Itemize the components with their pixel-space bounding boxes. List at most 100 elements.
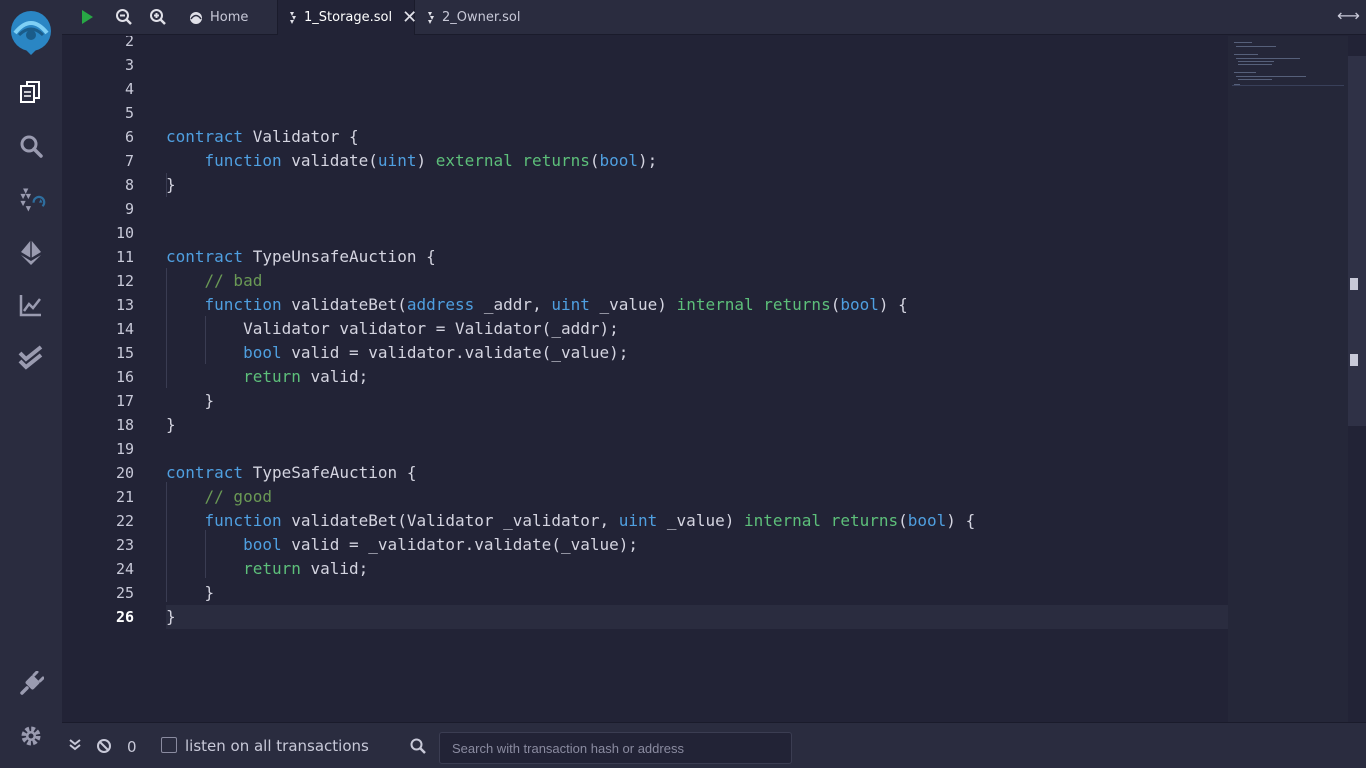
close-icon[interactable]: ✕ (402, 7, 417, 28)
line-number: 3 (124, 56, 134, 74)
code-token: contract (166, 127, 244, 146)
collapse-terminal-icon[interactable] (68, 738, 82, 752)
minimap-line (1236, 46, 1276, 47)
code-line[interactable]: function validateBet(address _addr, uint… (166, 293, 1228, 317)
code-token: TypeSafeAuction { (243, 463, 417, 482)
search-icon[interactable] (16, 131, 46, 161)
transaction-search-input[interactable] (439, 732, 792, 764)
minimap-line (1234, 72, 1256, 73)
code-token: function (204, 295, 282, 314)
code-line[interactable]: } (166, 581, 1228, 605)
line-number: 13 (115, 296, 134, 314)
settings-icon[interactable] (16, 721, 46, 751)
solidity-compiler-icon[interactable] (16, 185, 46, 215)
code-token: Validator validator = Validator(_addr); (166, 319, 619, 338)
code-token: internal (743, 511, 822, 530)
remix-ide: Home 1_Storage.sol ✕ 2_Owner.sol ⟷ 23456… (0, 0, 1366, 768)
minimap-line (1238, 79, 1272, 80)
code-minimap[interactable] (1228, 36, 1348, 722)
terminal-bar: 0 listen on all transactions (62, 722, 1366, 768)
code-token: // good (204, 487, 272, 506)
listen-all-checkbox[interactable] (161, 737, 177, 753)
expand-panel-icon[interactable]: ⟷ (1337, 6, 1360, 25)
line-number: 19 (115, 440, 134, 458)
minimap-line (1236, 76, 1306, 77)
code-token: bool (243, 343, 282, 362)
remix-logo-icon[interactable] (5, 5, 57, 57)
line-number: 22 (115, 512, 134, 530)
code-line[interactable]: } (166, 173, 1228, 197)
code-token: contract (166, 247, 244, 266)
tab-1-storage-sol[interactable]: 1_Storage.sol ✕ (277, 0, 417, 35)
file-explorer-icon[interactable] (16, 77, 46, 107)
code-line[interactable]: return valid; (166, 365, 1228, 389)
code-token: ); (638, 151, 658, 170)
code-editor[interactable]: 2 3 4 5 6 7 8 9 10 11 12 13 14 15 16 17 18 19 20 21 22 23 24 25… (62, 36, 1228, 722)
code-token: validateBet(Validator _validator, (281, 511, 619, 530)
code-token: return (243, 559, 301, 578)
scrollbar-marker (1350, 278, 1358, 290)
code-line[interactable] (166, 77, 1228, 101)
testing-icon[interactable] (16, 343, 46, 373)
code-line[interactable]: bool valid = _validator.validate(_value)… (166, 533, 1228, 557)
line-number: 9 (124, 200, 134, 218)
code-line[interactable]: function validate(uint) external returns… (166, 149, 1228, 173)
code-line[interactable] (166, 221, 1228, 245)
code-line[interactable]: return valid; (166, 557, 1228, 581)
code-token: function (204, 511, 282, 530)
line-number-gutter: 2 3 4 5 6 7 8 9 10 11 12 13 14 15 16 17 18 19 20 21 22 23 24 25… (62, 36, 166, 722)
zoom-in-button[interactable] (147, 6, 169, 28)
code-line[interactable]: Validator validator = Validator(_addr); (166, 317, 1228, 341)
minimap-line (1236, 58, 1300, 59)
line-number: 2 (124, 36, 134, 50)
line-number: 8 (124, 176, 134, 194)
code-token: returns (522, 151, 590, 170)
code-line[interactable]: // good (166, 485, 1228, 509)
solidity-file-icon (288, 11, 298, 25)
code-token: valid; (300, 367, 369, 386)
tab-2-owner-sol[interactable]: 2_Owner.sol (416, 0, 534, 35)
code-line[interactable]: } (166, 605, 1228, 629)
code-line[interactable]: contract Validator { (166, 125, 1228, 149)
plugin-manager-icon[interactable] (16, 669, 46, 699)
line-number: 16 (115, 368, 134, 386)
minimap-line (1238, 61, 1274, 62)
deploy-run-icon[interactable] (16, 237, 46, 267)
code-token: external (435, 151, 513, 170)
code-line[interactable] (166, 101, 1228, 125)
clear-console-icon[interactable] (96, 738, 112, 754)
code-line[interactable]: // bad (166, 269, 1228, 293)
code-line[interactable]: contract TypeUnsafeAuction { (166, 245, 1228, 269)
analysis-icon[interactable] (16, 290, 46, 320)
code-token: Validator { (243, 127, 359, 146)
code-line[interactable]: function validateBet(Validator _validato… (166, 509, 1228, 533)
tab-home[interactable]: Home (176, 0, 276, 35)
code-line[interactable] (166, 53, 1228, 77)
minimap-line (1234, 84, 1240, 85)
code-line[interactable] (166, 437, 1228, 461)
search-icon (410, 738, 426, 754)
zoom-out-button[interactable] (113, 6, 135, 28)
code-token: // bad (204, 271, 263, 290)
run-button[interactable] (76, 6, 98, 28)
code-line[interactable]: contract TypeSafeAuction { (166, 461, 1228, 485)
code-line[interactable] (166, 197, 1228, 221)
code-token: return (243, 367, 301, 386)
tab-label: 1_Storage.sol (304, 10, 393, 25)
code-line[interactable]: } (166, 413, 1228, 437)
line-number: 23 (115, 536, 134, 554)
code-line[interactable]: bool valid = validator.validate(_value); (166, 341, 1228, 365)
code-line[interactable] (166, 36, 1228, 53)
icon-panel (0, 0, 84, 768)
code-token: ) { (878, 295, 908, 314)
code-area[interactable]: contract Validator { function validate(u… (166, 36, 1228, 722)
code-line[interactable]: } (166, 389, 1228, 413)
vertical-scrollbar[interactable] (1348, 56, 1366, 426)
